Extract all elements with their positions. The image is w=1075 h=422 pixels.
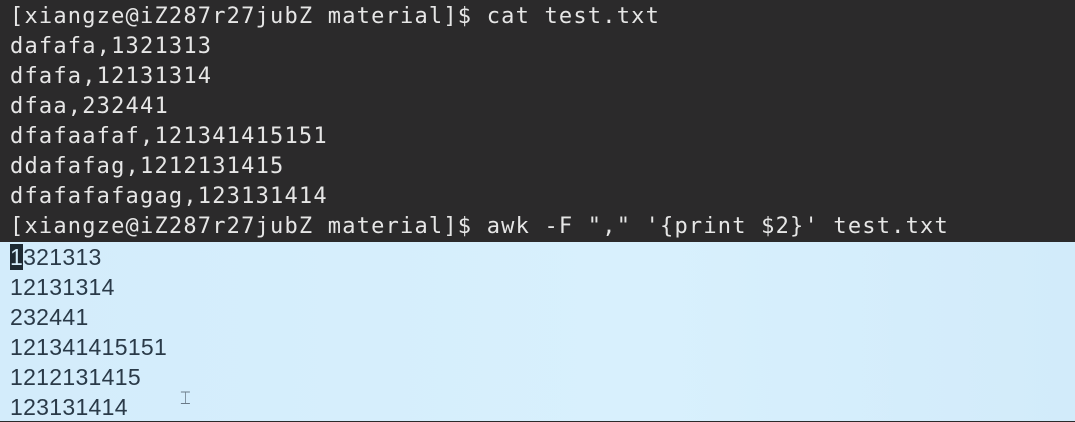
file-line: dfafafafagag,123131414 <box>10 184 328 209</box>
terminal-cursor: 1 <box>10 244 24 270</box>
terminal-history: [xiangze@iZ287r27jubZ material]$ cat tes… <box>0 0 1075 242</box>
file-line: ddafafag,1212131415 <box>10 154 285 179</box>
file-line: dfafa,12131314 <box>10 64 213 89</box>
file-line: dfaa,232441 <box>10 94 169 119</box>
file-line: dafafa,1321313 <box>10 34 213 59</box>
output-line: 232441 <box>10 304 89 330</box>
prompt-cat-command: [xiangze@iZ287r27jubZ material]$ cat tes… <box>10 4 661 29</box>
output-line: 123131414 <box>10 394 128 420</box>
file-line: dfafaafaf,121341415151 <box>10 124 328 149</box>
text-cursor-ibeam-icon: ⌶ <box>180 388 191 409</box>
terminal-window[interactable]: [xiangze@iZ287r27jubZ material]$ cat tes… <box>0 0 1075 421</box>
prompt-awk-command: [xiangze@iZ287r27jubZ material]$ awk -F … <box>10 214 949 239</box>
output-line: 1321313 <box>10 242 102 272</box>
output-line-rest: 321313 <box>23 244 102 270</box>
output-line: 121341415151 <box>10 334 168 360</box>
selected-output-region[interactable]: 1321313 12131314 232441 121341415151 121… <box>0 242 1075 421</box>
output-line: 1212131415 <box>10 364 141 390</box>
output-line: 12131314 <box>10 274 115 300</box>
